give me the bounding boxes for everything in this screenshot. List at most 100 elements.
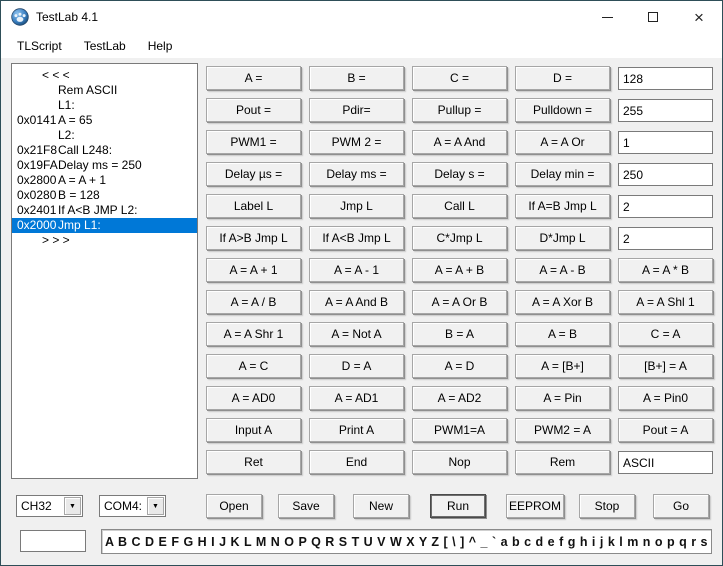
listing-row[interactable]: 0x19FADelay ms = 250 xyxy=(12,158,197,173)
grid-button-pout-a[interactable]: Pout = A xyxy=(618,418,713,442)
grid-button-jmp-l[interactable]: Jmp L xyxy=(309,194,404,218)
grid-button-delay-ms[interactable]: Delay ms = xyxy=(309,162,404,186)
grid-button-a-a-or-b[interactable]: A = A Or B xyxy=(412,290,507,314)
stop-button[interactable]: Stop xyxy=(579,494,635,518)
grid-button-a-a-xor-b[interactable]: A = A Xor B xyxy=(515,290,610,314)
value-field[interactable]: ASCII xyxy=(618,451,713,474)
grid-button-a-ad0[interactable]: A = AD0 xyxy=(206,386,301,410)
grid-button-d-a[interactable]: D = A xyxy=(309,354,404,378)
menu-tlscript[interactable]: TLScript xyxy=(7,35,72,57)
listing-row[interactable]: > > > xyxy=(12,233,197,248)
ascii-output-strip[interactable]: A B C D E F G H I J K L M N O P Q R S T … xyxy=(101,529,712,554)
new-button[interactable]: New xyxy=(353,494,409,518)
value-field[interactable]: 128 xyxy=(618,67,713,90)
grid-button-a-a-1[interactable]: A = A + 1 xyxy=(206,258,301,282)
grid-button-a[interactable]: A = xyxy=(206,66,301,90)
grid-button-a-a-and[interactable]: A = A And xyxy=(412,130,507,154)
chevron-down-icon[interactable]: ▼ xyxy=(64,497,81,515)
grid-button-rem[interactable]: Rem xyxy=(515,450,610,474)
grid-button-a-a-b[interactable]: A = A - B xyxy=(515,258,610,282)
grid-button-print-a[interactable]: Print A xyxy=(309,418,404,442)
save-button[interactable]: Save xyxy=(278,494,334,518)
grid-button-a-b[interactable]: A = [B+] xyxy=(515,354,610,378)
grid-button-d[interactable]: D = xyxy=(515,66,610,90)
grid-button-pwm-2[interactable]: PWM 2 = xyxy=(309,130,404,154)
grid-button-delay-s[interactable]: Delay s = xyxy=(412,162,507,186)
grid-button-if-a-b-jmp-l[interactable]: If A>B Jmp L xyxy=(206,226,301,250)
grid-button-b-a[interactable]: B = A xyxy=(412,322,507,346)
eeprom-button[interactable]: EEPROM xyxy=(506,494,564,518)
grid-button-pullup[interactable]: Pullup = xyxy=(412,98,507,122)
grid-button-c-jmp-l[interactable]: C*Jmp L xyxy=(412,226,507,250)
listing-row[interactable]: < < < xyxy=(12,68,197,83)
grid-button-a-a-1[interactable]: A = A - 1 xyxy=(309,258,404,282)
grid-button-pout[interactable]: Pout = xyxy=(206,98,301,122)
grid-button-ret[interactable]: Ret xyxy=(206,450,301,474)
grid-button-a-pin[interactable]: A = Pin xyxy=(515,386,610,410)
grid-button-delay-s[interactable]: Delay µs = xyxy=(206,162,301,186)
grid-button-a-pin0[interactable]: A = Pin0 xyxy=(618,386,713,410)
value-field[interactable]: 1 xyxy=(618,131,713,154)
grid-button-a-a-b[interactable]: A = A + B xyxy=(412,258,507,282)
action-button-row: Open Save New Run EEPROM Stop Go xyxy=(206,494,713,520)
value-field[interactable]: 250 xyxy=(618,163,713,186)
listing-row[interactable]: L2: xyxy=(12,128,197,143)
grid-button-d-jmp-l[interactable]: D*Jmp L xyxy=(515,226,610,250)
listing-row[interactable]: 0x2000Jmp L1: xyxy=(12,218,197,233)
com-port-select[interactable]: COM4: ▼ xyxy=(99,495,166,517)
grid-button-a-a-and-b[interactable]: A = A And B xyxy=(309,290,404,314)
chip-select[interactable]: CH32 ▼ xyxy=(16,495,83,517)
value-field[interactable]: 255 xyxy=(618,99,713,122)
grid-button-pwm1[interactable]: PWM1 = xyxy=(206,130,301,154)
grid-button-a-d[interactable]: A = D xyxy=(412,354,507,378)
grid-button-pdir[interactable]: Pdir= xyxy=(309,98,404,122)
grid-button-a-ad1[interactable]: A = AD1 xyxy=(309,386,404,410)
grid-button-call-l[interactable]: Call L xyxy=(412,194,507,218)
listing-row[interactable]: 0x21F8Call L248: xyxy=(12,143,197,158)
grid-button-delay-min[interactable]: Delay min = xyxy=(515,162,610,186)
maximize-button[interactable] xyxy=(630,1,676,33)
grid-button-input-a[interactable]: Input A xyxy=(206,418,301,442)
grid-button-a-a-shl-1[interactable]: A = A Shl 1 xyxy=(618,290,713,314)
grid-button-a-a-b[interactable]: A = A * B xyxy=(618,258,713,282)
listing-row[interactable]: 0x0141A = 65 xyxy=(12,113,197,128)
grid-button-nop[interactable]: Nop xyxy=(412,450,507,474)
grid-button-pwm2-a[interactable]: PWM2 = A xyxy=(515,418,610,442)
grid-button-a-b[interactable]: A = B xyxy=(515,322,610,346)
grid-button-c[interactable]: C = xyxy=(412,66,507,90)
grid-button-b[interactable]: B = xyxy=(309,66,404,90)
menu-help[interactable]: Help xyxy=(138,35,183,57)
listing-row[interactable]: 0x0280B = 128 xyxy=(12,188,197,203)
listing-address xyxy=(12,68,42,83)
grid-button-c-a[interactable]: C = A xyxy=(618,322,713,346)
go-button[interactable]: Go xyxy=(653,494,709,518)
char-input-field[interactable] xyxy=(20,530,86,552)
menu-testlab[interactable]: TestLab xyxy=(74,35,136,57)
grid-button-a-a-b[interactable]: A = A / B xyxy=(206,290,301,314)
value-field[interactable]: 2 xyxy=(618,195,713,218)
program-listing[interactable]: < < <Rem ASCIIL1:0x0141A = 65L2:0x21F8Ca… xyxy=(11,63,198,479)
grid-button-end[interactable]: End xyxy=(309,450,404,474)
listing-row[interactable]: 0x2800A = A + 1 xyxy=(12,173,197,188)
grid-button-label-l[interactable]: Label L xyxy=(206,194,301,218)
grid-button-a-c[interactable]: A = C xyxy=(206,354,301,378)
grid-button-a-ad2[interactable]: A = AD2 xyxy=(412,386,507,410)
grid-button-a-a-or[interactable]: A = A Or xyxy=(515,130,610,154)
grid-button-b-a[interactable]: [B+] = A xyxy=(618,354,713,378)
grid-button-if-a-b-jmp-l[interactable]: If A<B Jmp L xyxy=(309,226,404,250)
close-button[interactable]: × xyxy=(676,1,722,33)
run-button[interactable]: Run xyxy=(430,494,486,518)
minimize-button[interactable] xyxy=(584,1,630,33)
grid-button-a-a-shr-1[interactable]: A = A Shr 1 xyxy=(206,322,301,346)
chevron-down-icon[interactable]: ▼ xyxy=(147,497,164,515)
window-title: TestLab 4.1 xyxy=(36,10,98,24)
grid-button-if-a-b-jmp-l[interactable]: If A=B Jmp L xyxy=(515,194,610,218)
grid-button-pwm1-a[interactable]: PWM1=A xyxy=(412,418,507,442)
listing-row[interactable]: 0x2401If A<B JMP L2: xyxy=(12,203,197,218)
grid-button-pulldown[interactable]: Pulldown = xyxy=(515,98,610,122)
listing-row[interactable]: L1: xyxy=(12,98,197,113)
open-button[interactable]: Open xyxy=(206,494,262,518)
listing-row[interactable]: Rem ASCII xyxy=(12,83,197,98)
grid-button-a-not-a[interactable]: A = Not A xyxy=(309,322,404,346)
value-field[interactable]: 2 xyxy=(618,227,713,250)
